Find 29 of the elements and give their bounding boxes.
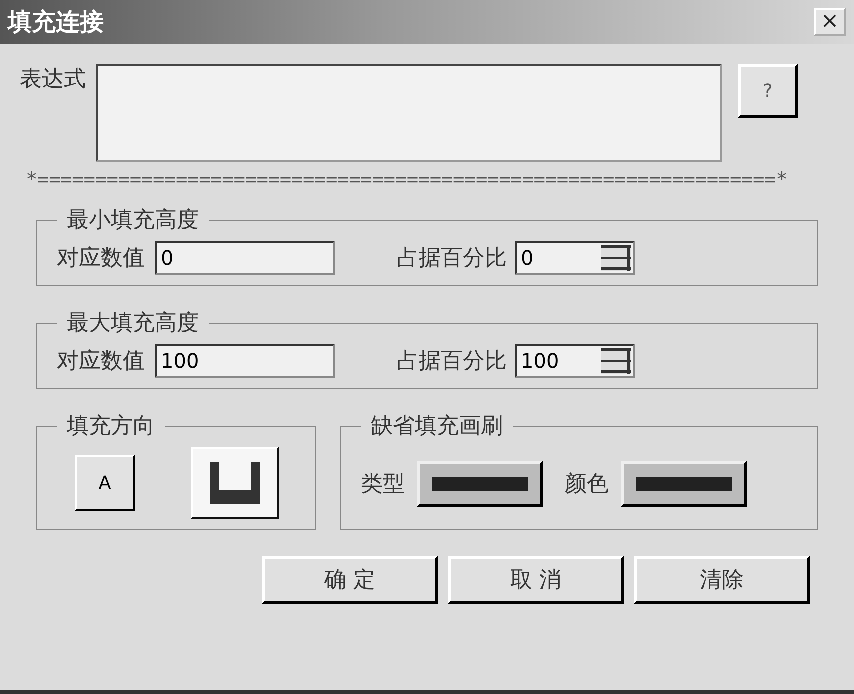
group-title: 最大填充高度 — [66, 310, 200, 338]
container-icon — [210, 462, 260, 504]
value-field[interactable]: 100 — [155, 344, 335, 378]
separator-line: *================================================================* — [26, 168, 789, 191]
group-title: 缺省填充画刷 — [370, 413, 504, 441]
value-label: 对应数值 — [57, 348, 145, 376]
color-swatch-icon — [636, 477, 732, 491]
window-title: 填充连接 — [8, 7, 104, 38]
brush-type-button[interactable] — [417, 461, 543, 507]
expression-label: 表达式 — [20, 66, 86, 94]
spinner-icon — [601, 348, 631, 374]
direction-button[interactable]: A — [75, 455, 135, 511]
brush-color-button[interactable] — [621, 461, 747, 507]
type-label: 类型 — [361, 471, 405, 499]
dialog-button[interactable]: 取 消 — [448, 556, 624, 604]
color-label: 颜色 — [565, 471, 609, 499]
percent-label: 占据百分比 — [397, 245, 507, 273]
help-button[interactable]: ? — [738, 64, 798, 118]
expression-field[interactable] — [96, 64, 722, 162]
fill-direction-button[interactable] — [191, 447, 279, 519]
value-field[interactable]: 0 — [155, 241, 335, 275]
value-label: 对应数值 — [57, 245, 145, 273]
close-button[interactable]: × — [814, 8, 846, 36]
group-title: 填充方向 — [66, 413, 156, 441]
group-title: 最小填充高度 — [66, 207, 200, 235]
dialog-button[interactable]: 清除 — [634, 556, 810, 604]
dialog-button[interactable]: 确 定 — [262, 556, 438, 604]
percent-label: 占据百分比 — [397, 348, 507, 376]
spinner-icon — [601, 245, 631, 271]
